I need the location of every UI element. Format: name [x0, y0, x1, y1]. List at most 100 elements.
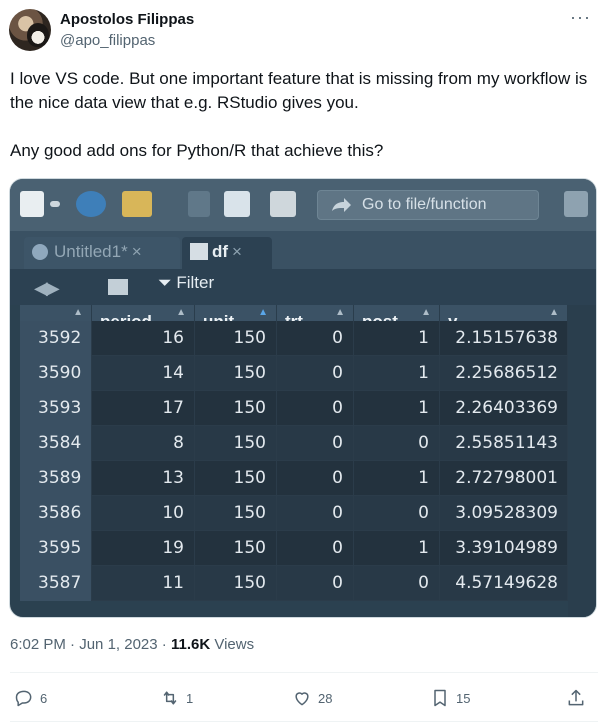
post-cell: 0 — [354, 426, 440, 461]
tweet-header: Apostolos Filippas @apo_filippas ··· — [9, 7, 599, 55]
new-project-icon — [76, 191, 106, 217]
bookmark-button[interactable]: 15 — [430, 684, 470, 712]
row-index: 3593 — [20, 391, 92, 426]
y-cell: 3.39104989 — [440, 531, 568, 566]
repost-button[interactable]: 1 — [160, 684, 193, 712]
views-label: Views — [214, 636, 255, 653]
row-index: 3592 — [20, 321, 92, 356]
tweet-actions: 6 1 28 15 — [10, 684, 598, 712]
period-cell: 11 — [92, 566, 195, 601]
table-row: 3587 11 150 0 0 4.57149628 — [20, 566, 568, 601]
close-icon: × — [131, 242, 142, 261]
views-count: 11.6K — [170, 636, 211, 653]
like-button[interactable]: 28 — [292, 684, 332, 712]
divider — [10, 721, 598, 722]
unit-cell: 150 — [195, 461, 277, 496]
unit-cell: 150 — [195, 426, 277, 461]
table-row: 3589 13 150 0 1 2.72798001 — [20, 461, 568, 496]
table-icon — [190, 243, 208, 260]
like-count: 28 — [318, 690, 333, 706]
divider — [10, 672, 598, 673]
trt-cell: 0 — [277, 321, 354, 356]
media-image[interactable]: Go to file/function Untitled1* × df × ◀▶ ⏷… — [9, 178, 597, 618]
table-row: 3593 17 150 0 1 2.26403369 — [20, 391, 568, 426]
post-cell: 0 — [354, 566, 440, 601]
share-button[interactable] — [566, 684, 592, 712]
go-to-file-label: Go to file/function — [362, 196, 487, 213]
period-cell: 16 — [92, 321, 195, 356]
row-index: 3587 — [20, 566, 92, 601]
trt-cell: 0 — [277, 566, 354, 601]
sort-ascending-icon: ▲ — [258, 307, 268, 318]
filter-label: Filter — [176, 273, 215, 292]
tweet-date[interactable]: Jun 1, 2023 — [79, 636, 157, 653]
row-index: 3589 — [20, 461, 92, 496]
author-handle[interactable]: @apo_filippas — [60, 32, 155, 49]
go-to-file-input: Go to file/function — [317, 190, 539, 220]
unit-cell: 150 — [195, 531, 277, 566]
tweet-text: I love VS code. But one important featur… — [10, 67, 590, 187]
bookmark-count: 15 — [456, 690, 471, 706]
y-cell: 2.15157638 — [440, 321, 568, 356]
table-row: 3584 8 150 0 0 2.55851143 — [20, 426, 568, 461]
new-file-icon — [20, 191, 44, 217]
grid-layout-icon — [564, 191, 588, 217]
post-cell: 1 — [354, 391, 440, 426]
row-index: 3586 — [20, 496, 92, 531]
author-name[interactable]: Apostolos Filippas — [60, 11, 194, 28]
like-icon — [295, 692, 309, 706]
avatar[interactable] — [9, 9, 51, 51]
trt-cell: 0 — [277, 461, 354, 496]
repost-icon — [163, 691, 177, 705]
period-cell: 10 — [92, 496, 195, 531]
y-cell: 3.09528309 — [440, 496, 568, 531]
trt-cell: 0 — [277, 391, 354, 426]
data-view-toolbar: ◀▶ ⏷ Filter — [10, 269, 596, 305]
more-icon[interactable]: ··· — [570, 7, 591, 28]
period-cell: 19 — [92, 531, 195, 566]
period-cell: 13 — [92, 461, 195, 496]
post-cell: 0 — [354, 496, 440, 531]
reply-button[interactable]: 6 — [14, 684, 47, 712]
trt-cell: 0 — [277, 496, 354, 531]
tweet-time[interactable]: 6:02 PM — [10, 636, 66, 653]
table-row: 3586 10 150 0 0 3.09528309 — [20, 496, 568, 531]
post-cell: 1 — [354, 356, 440, 391]
repost-count: 1 — [186, 690, 194, 706]
r-file-icon — [32, 244, 48, 260]
row-index: 3590 — [20, 356, 92, 391]
chevron-down-icon — [50, 201, 60, 207]
unit-cell: 150 — [195, 391, 277, 426]
trt-cell: 0 — [277, 356, 354, 391]
y-cell: 2.25686512 — [440, 356, 568, 391]
side-panel — [568, 305, 596, 617]
goto-arrow-icon — [332, 198, 351, 212]
y-cell: 2.55851143 — [440, 426, 568, 461]
filter-icon: ⏷ — [158, 273, 177, 292]
tweet-paragraph: Any good add ons for Python/R that achie… — [10, 141, 384, 160]
filter-button: ⏷ Filter — [158, 273, 214, 293]
tab-df: df × — [182, 237, 272, 269]
post-cell: 1 — [354, 531, 440, 566]
table-row: 3592 16 150 0 1 2.15157638 — [20, 321, 568, 356]
period-cell: 14 — [92, 356, 195, 391]
save-icon — [188, 191, 210, 217]
y-cell: 4.57149628 — [440, 566, 568, 601]
y-cell: 2.26403369 — [440, 391, 568, 426]
period-cell: 17 — [92, 391, 195, 426]
bookmark-icon — [434, 689, 446, 707]
trt-cell: 0 — [277, 426, 354, 461]
tab-label: Untitled1* — [54, 242, 128, 261]
reply-icon — [15, 690, 32, 707]
back-forward-icon: ◀▶ — [34, 278, 60, 298]
post-cell: 1 — [354, 461, 440, 496]
save-all-icon — [224, 191, 250, 217]
post-cell: 1 — [354, 321, 440, 356]
tweet-paragraph: I love VS code. But one important featur… — [10, 69, 588, 112]
open-folder-icon — [122, 191, 152, 217]
table-row: 3590 14 150 0 1 2.25686512 — [20, 356, 568, 391]
tweet-meta: 6:02 PM · Jun 1, 2023 · 11.6K Views — [10, 636, 255, 653]
editor-tabbar: Untitled1* × df × — [10, 231, 596, 269]
row-index: 3595 — [20, 531, 92, 566]
close-icon: × — [232, 242, 242, 261]
